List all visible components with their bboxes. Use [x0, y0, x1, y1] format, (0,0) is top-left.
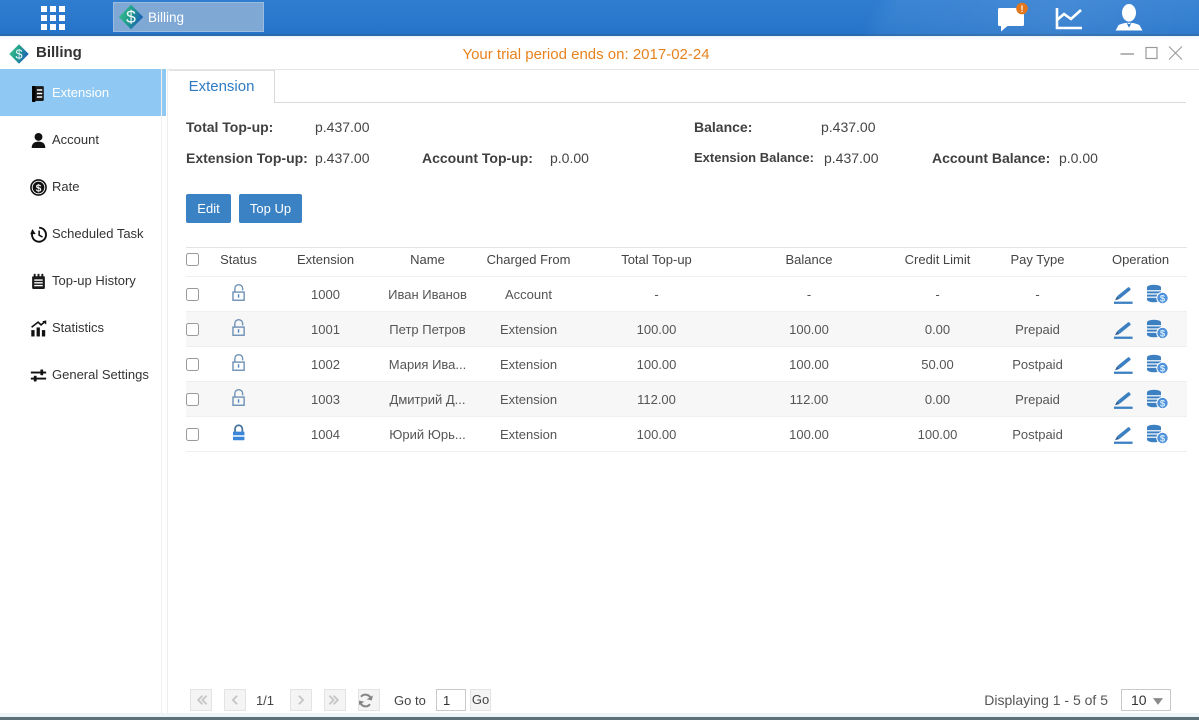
svg-text:$: $	[36, 183, 42, 194]
svg-text:!: !	[1021, 4, 1024, 14]
svg-text:$: $	[126, 7, 136, 27]
svg-text:$: $	[1159, 294, 1165, 305]
svg-text:$: $	[1159, 399, 1165, 410]
svg-text:$: $	[1159, 364, 1165, 375]
svg-text:$: $	[1159, 434, 1165, 445]
svg-text:$: $	[1159, 329, 1165, 340]
